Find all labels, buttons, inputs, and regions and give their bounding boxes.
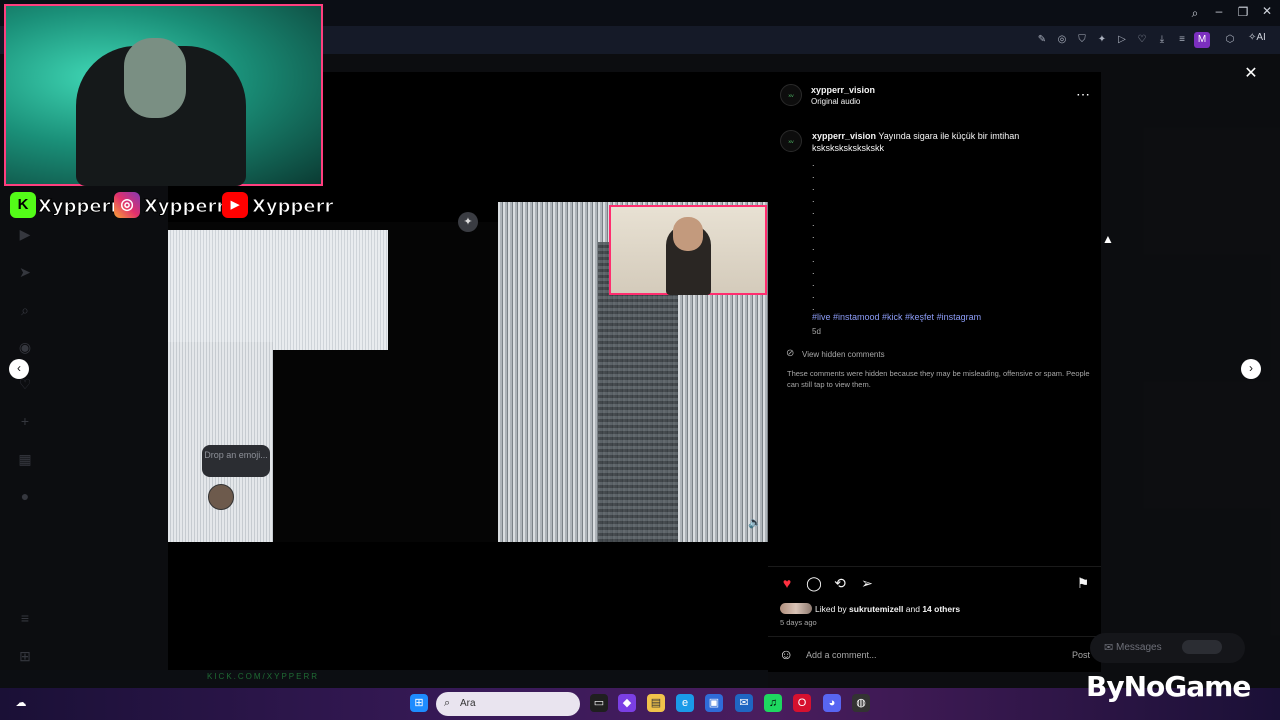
sparkle-icon[interactable]: ✦ [458,212,478,232]
share-icon[interactable]: ➢ [859,575,875,591]
liked-by-user[interactable]: sukrutemizell [849,604,903,614]
cloud-icon[interactable]: ☁ [12,694,30,712]
shield-icon[interactable]: ⛉ [1074,32,1090,48]
chevron-right-icon[interactable]: › [1241,359,1261,379]
more-icon[interactable]: ⋯ [1076,86,1090,103]
volume-icon[interactable]: 🔈 [748,516,762,529]
opera-icon[interactable]: O [793,694,811,712]
mail-icon[interactable]: ✉ [735,694,753,712]
message-icon: ✉ [1104,642,1114,654]
profile-avatar[interactable]: M [1194,32,1210,48]
youtube-handle: Xypperr [251,196,334,218]
window-close-icon[interactable]: ✕ [1256,4,1278,18]
kick-url: KICK.COM/XYPPERR [207,672,320,681]
camera-icon[interactable]: ◎ [1054,32,1070,48]
emoji-icon[interactable]: ☺ [779,646,793,662]
youtube-icon: ▶ [222,192,248,218]
hidden-eye-icon: ⊘ [786,348,795,359]
steam-icon[interactable]: ◍ [852,694,870,712]
ai-button[interactable]: ✧AI [1248,32,1266,43]
folder-icon[interactable]: ▤ [647,694,665,712]
screen-glare-column [168,342,273,542]
drop-emoji-bubble: Drop an emoji... [202,445,270,477]
messages-button[interactable]: ✉ Messages [1090,633,1245,663]
favorites-icon[interactable]: ♡ [1134,32,1150,48]
search-icon[interactable]: ⌕ [1184,6,1206,21]
close-icon[interactable]: ✕ [1243,66,1259,82]
comment-divider [768,636,1101,637]
caption-dots: ............. [812,158,815,312]
discord-icon[interactable]: ◕ [823,694,841,712]
social-handles: K Xypperr ◎ Xypperr ▶ Xypperr [10,190,334,224]
caption-username[interactable]: xypperr_vision [812,131,876,141]
author-username[interactable]: xypperr_vision [811,84,875,96]
extension-icon[interactable]: ✦ [1094,32,1110,48]
store-icon[interactable]: ▣ [705,694,723,712]
ai-label: AI [1256,32,1266,43]
hashtags[interactable]: #live #instamood #kick #keşfet #instagra… [812,311,981,323]
view-hidden-comments[interactable]: View hidden comments [802,349,885,361]
stream-footer [0,670,768,688]
repost-icon[interactable]: ⟲ [832,575,848,591]
edit-icon[interactable]: ✎ [1034,32,1050,48]
spotify-icon[interactable]: ♫ [764,694,782,712]
taskbar-search-placeholder: Ara [460,698,476,709]
mini-webcam [609,205,767,295]
chevron-left-icon[interactable]: ‹ [9,359,29,379]
cube-icon[interactable]: ⬡ [1222,32,1238,48]
post-comment-button[interactable]: Post [1072,649,1090,661]
liked-by-and: and [905,604,920,614]
messages-label: Messages [1116,642,1162,653]
taskview-icon[interactable]: ▭ [590,694,608,712]
post-date: 5 days ago [780,618,817,627]
watermark-logo: ByNoGame [1086,670,1251,703]
minimize-icon[interactable]: – [1208,4,1230,18]
instagram-icon: ◎ [114,192,140,218]
heart-icon[interactable]: ♥ [779,575,795,591]
audio-label[interactable]: Original audio [811,96,860,108]
liked-by-prefix: Liked by [815,604,847,614]
messages-avatars [1182,640,1222,654]
play-icon[interactable]: ▷ [1114,32,1130,48]
comment-input[interactable]: Add a comment... [806,649,877,661]
comment-icon[interactable]: ◯ [806,575,822,591]
screen-glare [168,230,388,350]
post-panel: XV xypperr_vision Original audio ⋯ XV xy… [768,72,1101,672]
caption-text: Yayında sigara ile küçük bir imtihan [878,131,1020,141]
liked-by-avatars [780,603,812,614]
caption-line2: kskskskskskskskk [812,143,884,153]
hidden-comments-note: These comments were hidden because they … [787,369,1090,389]
office-icon[interactable]: ◆ [618,694,636,712]
post-age: 5d [812,327,821,336]
mouse-cursor: ▲ [1102,232,1114,246]
taskbar-search[interactable]: ⌕ Ara [436,692,580,716]
download-icon[interactable]: ⤓ [1154,32,1170,48]
kick-icon: K [10,192,36,218]
webcam-face [124,38,186,118]
bookmark-icon[interactable]: ⚑ [1075,575,1091,591]
streamer-webcam [4,4,323,186]
search-glass-icon: ⌕ [444,697,451,709]
edge-icon[interactable]: e [676,694,694,712]
instagram-handle: Xypperr [143,196,226,218]
start-icon[interactable]: ⊞ [410,694,428,712]
menu-icon[interactable]: ≡ [1174,32,1190,48]
author-avatar[interactable]: XV [780,84,802,106]
actions-divider [768,566,1101,567]
liked-by-others[interactable]: 14 others [922,604,960,614]
restore-icon[interactable]: ❐ [1232,5,1254,19]
kick-handle: Xypperr [37,196,120,218]
caption-avatar[interactable]: XV [780,130,802,152]
mini-webcam-face [673,217,703,251]
emoji-avatar [208,484,234,510]
